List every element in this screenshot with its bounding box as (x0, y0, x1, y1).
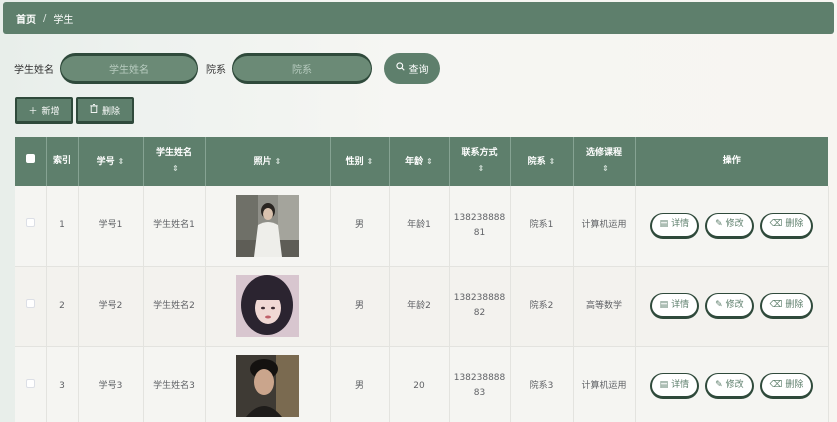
cell-contact: 138238888 81 (449, 186, 511, 267)
sort-icon[interactable]: ⇕ (172, 164, 179, 173)
edit-button[interactable]: ✎ 修改 (705, 373, 754, 399)
sort-icon[interactable]: ⇕ (602, 164, 609, 173)
cell-index: 3 (46, 346, 79, 422)
pencil-icon: ✎ (715, 299, 723, 310)
search-bar: 学生姓名 学生姓名 院系 院系 查询 (14, 52, 440, 84)
select-all-checkbox[interactable] (25, 154, 35, 163)
trash-icon: ⌫ (769, 219, 783, 230)
search-icon (395, 62, 405, 74)
plus-icon: ＋ (28, 106, 38, 117)
dept-label: 院系 (206, 64, 226, 76)
student-photo-1 (236, 194, 299, 257)
table-row: 2 学号2 学生姓名2 男 年龄2 13823888882 院系2 高等数学 (15, 266, 829, 347)
header-course[interactable]: 选修课程 ⇕ (573, 137, 636, 186)
row-checkbox[interactable] (25, 298, 35, 308)
row-actions: ▤ 详情 ✎ 修改 ⌫ 删除 (636, 373, 828, 399)
cell-course: 计算机运用 (573, 186, 636, 267)
cell-student-no: 学号1 (78, 186, 144, 267)
detail-button[interactable]: ▤ 详情 (649, 212, 700, 239)
delete-button[interactable]: ⌫ 删除 (759, 373, 814, 399)
delete-button[interactable]: ⌫ 删除 (759, 293, 814, 319)
select-all-header (15, 137, 47, 186)
table-row: 1 学号1 学生姓名1 男 年龄1 13823888881 院系1 计算机运用 (15, 186, 829, 267)
cell-gender: 男 (330, 266, 390, 347)
row-checkbox[interactable] (25, 378, 35, 388)
trash-icon: ⌫ (769, 379, 783, 390)
header-gender[interactable]: 性别 ⇕ (330, 137, 390, 186)
document-icon: ▤ (659, 299, 669, 310)
sort-icon[interactable]: ⇕ (275, 157, 282, 166)
batch-delete-button[interactable]: 删除 (76, 97, 134, 124)
cell-student-no: 学号3 (78, 346, 144, 422)
cell-course: 计算机运用 (573, 346, 636, 422)
cell-index: 1 (46, 186, 79, 267)
breadcrumb-home[interactable]: 首页 (16, 11, 36, 26)
document-icon: ▤ (659, 379, 669, 390)
student-photo-2 (236, 275, 299, 337)
header-dept[interactable]: 院系 ⇕ (510, 137, 574, 186)
table-header-row: 索引 学号 ⇕ 学生姓名 ⇕ 照片 ⇕ 性别 ⇕ 年龄 ⇕ 联系方式 ⇕ 院系 ⇕ 选修课程 ⇕… (15, 137, 828, 186)
add-label: 新增 (41, 106, 60, 117)
student-photo-3 (236, 355, 299, 417)
header-contact[interactable]: 联系方式 ⇕ (449, 137, 511, 186)
cell-index: 2 (46, 266, 79, 347)
breadcrumb-separator: / (43, 12, 47, 24)
cell-dept: 院系3 (510, 346, 574, 422)
table-row: 3 学号3 学生姓名3 男 20 138238888 83 院系3 计算机运用 ▤… (15, 346, 829, 422)
cell-student-name: 学生姓名1 (143, 186, 206, 267)
sort-icon[interactable]: ⇕ (549, 157, 556, 166)
row-checkbox[interactable] (25, 218, 35, 228)
cell-age: 年龄2 (389, 266, 450, 347)
sort-icon[interactable]: ⇕ (478, 164, 485, 173)
sort-icon[interactable]: ⇕ (367, 157, 374, 166)
trash-icon: ⌫ (769, 299, 783, 310)
query-button[interactable]: 查询 (384, 52, 440, 84)
query-label: 查询 (408, 64, 429, 76)
cell-age: 年龄1 (389, 186, 450, 267)
document-icon: ▤ (659, 219, 669, 230)
cell-dept: 院系1 (510, 186, 574, 267)
cell-course: 高等数学 (573, 266, 636, 347)
pencil-icon: ✎ (715, 219, 723, 230)
row-actions: ▤ 详情 ✎ 修改 ⌫ 删除 (636, 212, 828, 239)
header-index: 索引 (46, 137, 79, 186)
cell-student-no: 学号2 (78, 266, 144, 347)
student-table: 索引 学号 ⇕ 学生姓名 ⇕ 照片 ⇕ 性别 ⇕ 年龄 ⇕ 联系方式 ⇕ 院系 ⇕ 选修课程 ⇕… (15, 137, 829, 422)
cell-gender: 男 (330, 346, 390, 422)
trash-icon (90, 104, 98, 116)
breadcrumb-current: 学生 (53, 14, 74, 26)
cell-gender: 男 (330, 186, 390, 267)
detail-button[interactable]: ▤ 详情 (649, 293, 700, 319)
detail-button[interactable]: ▤ 详情 (649, 373, 700, 399)
sort-icon[interactable]: ⇕ (426, 157, 433, 166)
sort-icon[interactable]: ⇕ (118, 157, 125, 166)
header-ops: 操作 (635, 137, 828, 186)
delete-label: 删除 (101, 106, 120, 117)
row-actions: ▤ 详情 ✎ 修改 ⌫ 删除 (636, 293, 828, 319)
action-toolbar: ＋ 新增 删除 (15, 97, 134, 124)
edit-button[interactable]: ✎ 修改 (705, 212, 754, 239)
breadcrumb: 首页 / 学生 (3, 2, 834, 34)
student-name-input[interactable]: 学生姓名 (60, 52, 198, 84)
header-student-no[interactable]: 学号 ⇕ (78, 137, 144, 186)
cell-student-name: 学生姓名3 (143, 346, 206, 422)
delete-button[interactable]: ⌫ 删除 (759, 212, 814, 239)
student-name-label: 学生姓名 (14, 64, 54, 76)
dept-input[interactable]: 院系 (232, 52, 372, 84)
edit-button[interactable]: ✎ 修改 (705, 293, 754, 319)
cell-age: 20 (389, 346, 450, 422)
header-age[interactable]: 年龄 ⇕ (389, 137, 450, 186)
cell-contact: 138238888 82 (449, 266, 511, 347)
cell-dept: 院系2 (510, 266, 574, 347)
cell-student-name: 学生姓名2 (143, 266, 206, 347)
cell-contact: 138238888 83 (449, 346, 511, 422)
header-student-name[interactable]: 学生姓名 ⇕ (143, 137, 206, 186)
header-photo[interactable]: 照片 ⇕ (205, 137, 331, 186)
pencil-icon: ✎ (715, 379, 723, 390)
add-button[interactable]: ＋ 新增 (15, 97, 73, 124)
